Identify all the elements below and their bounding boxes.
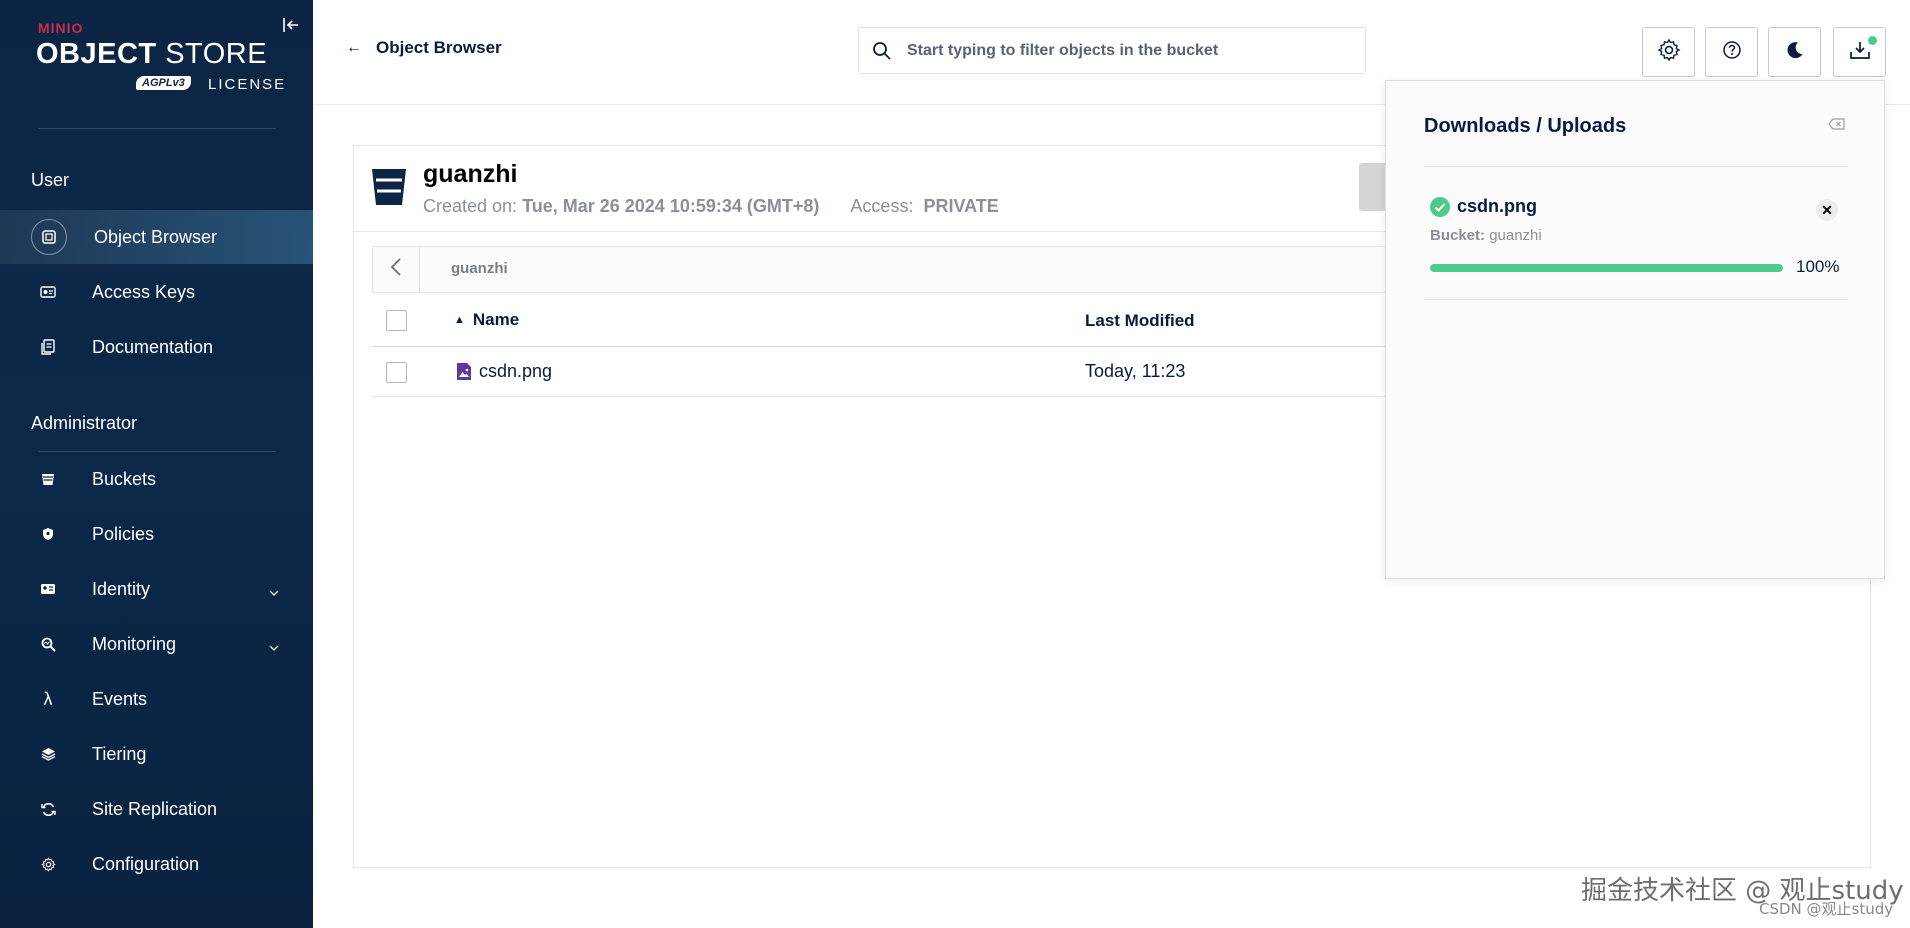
check-circle-icon (1430, 196, 1450, 217)
column-name-header[interactable]: ▲ Name (454, 310, 519, 330)
sidebar-item-object-browser[interactable]: Object Browser (0, 210, 313, 264)
sidebar-item-site-replication[interactable]: Site Replication (0, 782, 313, 836)
sidebar-item-label: Events (92, 688, 148, 709)
close-icon[interactable]: ✕ (1816, 199, 1838, 221)
site-replication-icon (31, 792, 65, 826)
breadcrumb-back-button[interactable] (373, 247, 420, 292)
logo-product: OBJECT STORE (36, 38, 268, 70)
sidebar-item-policies[interactable]: Policies (0, 507, 313, 561)
help-icon (1722, 40, 1742, 65)
progress-percent: 100% (1796, 257, 1840, 276)
created-label: Created on: (423, 196, 518, 216)
sidebar-item-label: Tiering (92, 743, 147, 764)
sidebar-item-events[interactable]: λ Events (0, 672, 313, 726)
access-value: PRIVATE (923, 196, 999, 216)
monitoring-icon (31, 627, 65, 661)
sidebar-item-label: Identity (92, 578, 151, 599)
transfer-bucket: Bucket: guanzhi (1430, 227, 1542, 244)
sidebar-divider (38, 128, 276, 129)
gear-icon (1657, 38, 1681, 67)
logo-brand: MINIO (38, 20, 84, 36)
arrow-left-icon: ← (346, 39, 362, 56)
sidebar-item-documentation[interactable]: Documentation (0, 320, 313, 374)
panel-title: Downloads / Uploads (1424, 115, 1627, 137)
gear-icon (31, 847, 65, 881)
column-last-modified-header[interactable]: Last Modified (1085, 311, 1195, 331)
chevron-left-icon (390, 257, 402, 282)
minio-logo[interactable]: MINIO OBJECT STORE AGPLv3 LICENSE (36, 20, 286, 100)
settings-button[interactable] (1642, 27, 1695, 77)
sidebar: MINIO OBJECT STORE AGPLv3 LICENSE User O… (0, 0, 313, 928)
section-administrator: Administrator (31, 413, 138, 433)
created-value: Tue, Mar 26 2024 10:59:34 (GMT+8) (522, 196, 820, 216)
documentation-icon (31, 330, 65, 364)
logo-license: LICENSE (208, 76, 287, 93)
download-icon (1849, 40, 1871, 65)
chevron-down-icon[interactable] (269, 635, 279, 656)
bucket-meta: Created on: Tue, Mar 26 2024 10:59:34 (G… (423, 196, 999, 217)
sidebar-item-label: Buckets (92, 468, 157, 489)
sidebar-item-tiering[interactable]: Tiering (0, 727, 313, 781)
downloads-uploads-panel: Downloads / Uploads csdn.png ✕ Bucket: g… (1385, 80, 1885, 579)
back-to-object-browser-link[interactable]: ← Object Browser (346, 38, 502, 58)
identity-icon (31, 572, 65, 606)
sidebar-item-label: Site Replication (92, 798, 218, 819)
access-keys-icon (31, 275, 65, 309)
breadcrumb-item[interactable]: guanzhi (451, 260, 508, 277)
page-title: Object Browser (376, 38, 502, 57)
sort-asc-icon: ▲ (454, 314, 465, 326)
sidebar-item-identity[interactable]: Identity (0, 562, 313, 616)
select-all-checkbox[interactable] (386, 310, 407, 331)
search-icon (871, 40, 893, 62)
status-dot (1868, 36, 1877, 45)
policies-icon (31, 517, 65, 551)
progress-bar-fill (1430, 264, 1783, 272)
sidebar-item-label: Object Browser (94, 226, 218, 247)
sidebar-item-monitoring[interactable]: Monitoring (0, 617, 313, 671)
downloads-button[interactable] (1833, 27, 1886, 77)
search-input[interactable] (905, 40, 1349, 61)
buckets-icon (31, 462, 65, 496)
chevron-down-icon[interactable] (269, 580, 279, 601)
sidebar-item-label: Access Keys (92, 281, 196, 302)
bucket-name: guanzhi (423, 160, 518, 188)
sidebar-item-buckets[interactable]: Buckets (0, 452, 313, 506)
help-button[interactable] (1705, 27, 1758, 77)
watermark-csdn: CSDN @观止study (1759, 900, 1894, 918)
collapse-sidebar-icon[interactable] (282, 16, 302, 36)
row-checkbox[interactable] (386, 362, 407, 383)
transfer-file-name: csdn.png (1430, 196, 1537, 217)
access-label: Access: (850, 196, 914, 216)
sidebar-item-label: Policies (92, 523, 155, 544)
sidebar-item-access-keys[interactable]: Access Keys (0, 265, 313, 319)
progress-bar (1430, 264, 1783, 272)
sidebar-item-configuration[interactable]: Configuration (0, 837, 313, 891)
sidebar-item-label: Documentation (92, 336, 214, 357)
panel-divider (1424, 299, 1848, 300)
sidebar-item-label: Monitoring (92, 633, 177, 654)
bucket-icon (371, 167, 407, 207)
search-box[interactable] (858, 27, 1366, 74)
tiering-icon (31, 737, 65, 771)
lambda-icon: λ (43, 688, 53, 709)
moon-icon (1785, 40, 1805, 65)
last-modified-cell: Today, 11:23 (1085, 361, 1186, 381)
image-file-icon (456, 362, 472, 381)
clear-all-icon[interactable] (1828, 117, 1846, 131)
section-user: User (31, 170, 70, 190)
sidebar-item-label: Configuration (92, 853, 200, 874)
dark-mode-button[interactable] (1768, 27, 1821, 77)
logo-agpl-badge: AGPLv3 (136, 76, 191, 90)
panel-divider (1424, 166, 1848, 167)
object-browser-icon (31, 219, 67, 255)
file-name-cell[interactable]: csdn.png (456, 361, 552, 382)
